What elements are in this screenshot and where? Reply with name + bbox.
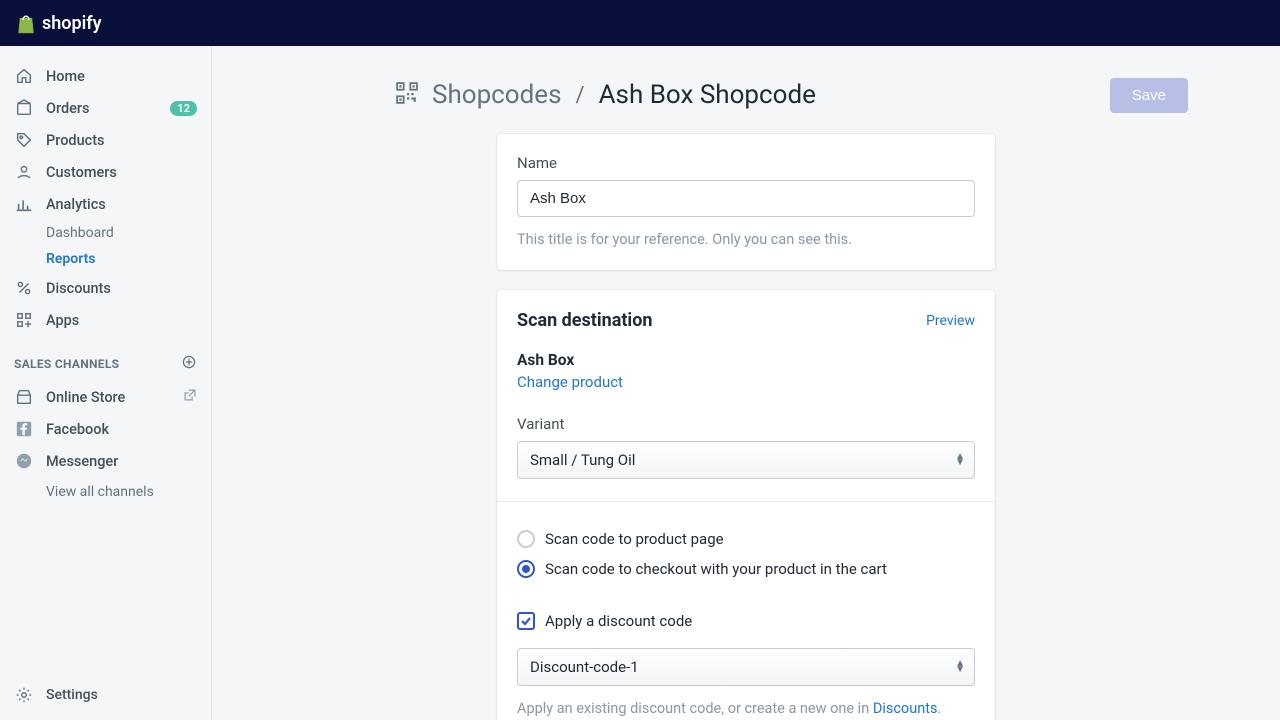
view-all-channels[interactable]: View all channels xyxy=(0,477,211,507)
name-card: Name This title is for your reference. O… xyxy=(497,134,995,270)
percent-icon xyxy=(14,279,34,297)
radio-icon xyxy=(517,530,535,548)
add-channel-icon[interactable] xyxy=(181,354,197,373)
shopify-bag-icon xyxy=(16,12,36,34)
save-button[interactable]: Save xyxy=(1110,78,1188,113)
discounts-link[interactable]: Discounts xyxy=(873,700,938,717)
subnav-dashboard[interactable]: Dashboard xyxy=(46,220,211,246)
channel-label: Messenger xyxy=(46,453,118,470)
radio-product-page[interactable]: Scan code to product page xyxy=(517,524,975,554)
external-link-icon[interactable] xyxy=(183,388,197,406)
sidebar-item-label: Products xyxy=(46,132,105,149)
tag-icon xyxy=(14,131,34,149)
radio-label: Scan code to product page xyxy=(545,530,724,548)
orders-icon xyxy=(14,99,34,117)
gear-icon xyxy=(14,686,34,704)
breadcrumb-sep: / xyxy=(576,83,585,108)
sidebar-item-settings[interactable]: Settings xyxy=(0,676,211,720)
preview-link[interactable]: Preview xyxy=(926,313,975,329)
sidebar-item-label: Customers xyxy=(46,164,117,181)
channel-messenger[interactable]: Messenger xyxy=(0,445,211,477)
variant-label: Variant xyxy=(517,415,975,433)
channel-label: Facebook xyxy=(46,421,109,438)
channel-facebook[interactable]: Facebook xyxy=(0,413,211,445)
page-header: Shopcodes / Ash Box Shopcode Save xyxy=(396,80,1096,110)
sidebar-item-analytics[interactable]: Analytics xyxy=(0,188,211,220)
sidebar-item-products[interactable]: Products xyxy=(0,124,211,156)
brand-logo[interactable]: shopify xyxy=(16,12,102,34)
sidebar: Home Orders 12 Products xyxy=(0,46,212,720)
apps-icon xyxy=(14,311,34,329)
channels-header: SALES CHANNELS xyxy=(0,336,211,381)
channel-online-store[interactable]: Online Store xyxy=(0,381,211,413)
sidebar-item-label: Analytics xyxy=(46,196,106,213)
sidebar-item-label: Apps xyxy=(46,312,79,329)
sidebar-item-apps[interactable]: Apps xyxy=(0,304,211,336)
name-help: This title is for your reference. Only y… xyxy=(517,231,975,248)
checkbox-label: Apply a discount code xyxy=(545,612,692,630)
breadcrumb-parent[interactable]: Shopcodes xyxy=(432,80,562,110)
name-input[interactable] xyxy=(517,180,975,217)
sidebar-item-home[interactable]: Home xyxy=(0,60,211,92)
page-title: Ash Box Shopcode xyxy=(599,80,816,110)
topbar: shopify xyxy=(0,0,1280,46)
bar-chart-icon xyxy=(14,195,34,213)
scan-destination-card: Scan destination Preview Ash Box Change … xyxy=(497,290,995,720)
product-name: Ash Box xyxy=(517,351,975,369)
channel-label: Online Store xyxy=(46,389,125,406)
apply-discount-checkbox[interactable]: Apply a discount code xyxy=(517,606,975,636)
subnav-reports[interactable]: Reports xyxy=(46,246,211,272)
radio-checkout[interactable]: Scan code to checkout with your product … xyxy=(517,554,975,584)
scan-title: Scan destination xyxy=(517,310,652,331)
change-product-link[interactable]: Change product xyxy=(517,373,623,391)
radio-label: Scan code to checkout with your product … xyxy=(545,560,887,578)
variant-select[interactable]: Small / Tung Oil xyxy=(517,441,975,479)
checkbox-checked-icon xyxy=(517,612,535,630)
settings-label: Settings xyxy=(46,687,98,703)
divider xyxy=(497,501,995,502)
store-icon xyxy=(14,388,34,406)
sidebar-item-label: Orders xyxy=(46,100,90,117)
sidebar-item-label: Discounts xyxy=(46,280,111,297)
person-icon xyxy=(14,163,34,181)
qr-code-icon xyxy=(396,82,418,108)
facebook-icon xyxy=(14,420,34,438)
home-icon xyxy=(14,67,34,85)
orders-badge: 12 xyxy=(170,101,197,116)
brand-text: shopify xyxy=(42,13,102,34)
discount-select[interactable]: Discount-code-1 xyxy=(517,648,975,686)
radio-icon-selected xyxy=(517,560,535,578)
sidebar-item-discounts[interactable]: Discounts xyxy=(0,272,211,304)
sidebar-item-label: Home xyxy=(46,68,85,85)
discount-help: Apply an existing discount code, or crea… xyxy=(517,700,975,717)
name-label: Name xyxy=(517,154,975,172)
main-content: Shopcodes / Ash Box Shopcode Save Name T… xyxy=(212,46,1280,720)
sidebar-item-customers[interactable]: Customers xyxy=(0,156,211,188)
messenger-icon xyxy=(14,452,34,470)
sidebar-item-orders[interactable]: Orders 12 xyxy=(0,92,211,124)
